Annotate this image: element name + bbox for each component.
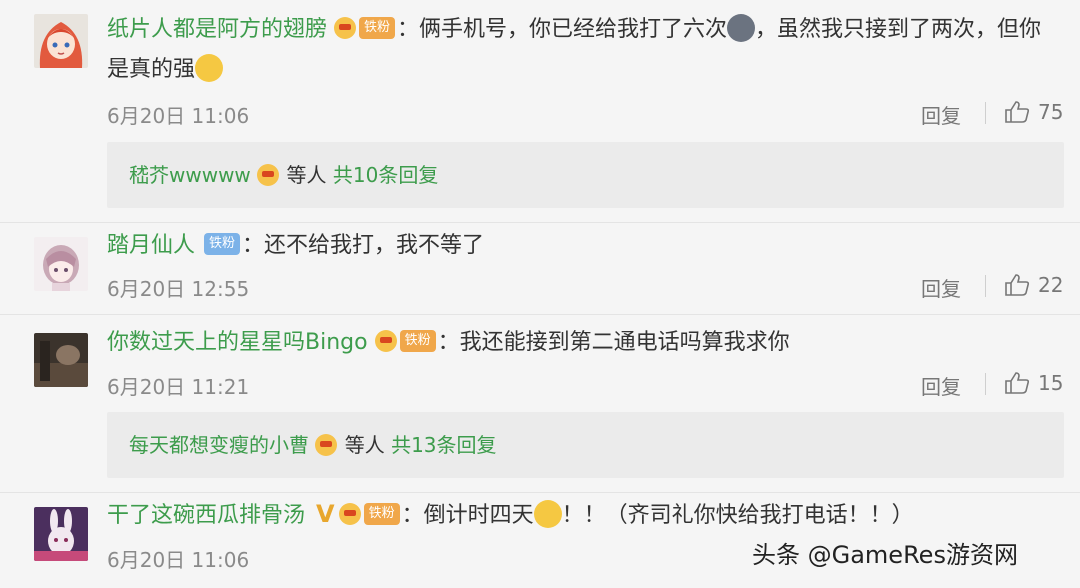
thumbs-up-icon[interactable] — [1004, 371, 1030, 395]
fan-badge: 铁粉 — [204, 233, 241, 255]
thumbs-up-icon[interactable] — [1004, 273, 1030, 297]
username[interactable]: 纸片人都是阿方的翅膀 — [107, 17, 327, 42]
replies-etc: 等人 — [286, 163, 327, 187]
comment-timestamp: 6月20日 12:55 — [107, 277, 250, 301]
like-count: 75 — [1038, 100, 1064, 124]
comment-content: 干了这碗西瓜排骨汤 V 铁粉 ：倒计时四天 ！！（齐司礼你快给我打电话！！） — [107, 496, 914, 536]
replies-count-link[interactable]: 共10条回复 — [333, 163, 438, 187]
username[interactable]: 干了这碗西瓜排骨汤 — [107, 503, 305, 528]
user-avatar[interactable] — [34, 333, 88, 387]
reply-button[interactable]: 回复 — [921, 100, 961, 129]
comment-content: 纸片人都是阿方的翅膀 铁粉 ：俩手机号，你已经给我打了六次 ，虽然我只接到了两次，但… — [107, 10, 1041, 50]
comment-divider — [0, 222, 1080, 223]
cat-emoji-icon — [727, 14, 756, 42]
comment-text: 是真的强 — [107, 57, 196, 82]
comment-text: ，虽然我只接到了两次，但你 — [755, 17, 1042, 42]
comment-content-cont: 是真的强 — [107, 50, 224, 90]
comment-divider — [0, 492, 1080, 493]
comment-text: ：我还能接到第二通电话吗算我求你 — [437, 330, 790, 355]
replies-summary[interactable]: 嵇芥wwwww 等人 共10条回复 — [107, 142, 1064, 208]
divider — [985, 102, 986, 124]
fan-badge: 铁粉 — [399, 330, 436, 352]
divider — [985, 373, 986, 395]
reply-username[interactable]: 每天都想变瘦的小曹 — [129, 433, 309, 457]
verified-badge: V — [316, 500, 335, 528]
fan-icon — [334, 17, 357, 39]
fan-badge: 铁粉 — [363, 503, 400, 525]
comment-text: ！！（齐司礼你快给我打电话！！） — [561, 503, 914, 528]
fan-icon — [315, 433, 338, 456]
comment-divider — [0, 314, 1080, 315]
replies-etc: 等人 — [344, 433, 385, 457]
replies-count-link[interactable]: 共13条回复 — [391, 433, 496, 457]
comment-text: ：还不给我打，我不等了 — [242, 233, 485, 258]
comment-timestamp: 6月20日 11:06 — [107, 548, 250, 572]
user-avatar[interactable] — [34, 237, 88, 291]
replies-summary[interactable]: 每天都想变瘦的小曹 等人 共13条回复 — [107, 412, 1064, 478]
username[interactable]: 你数过天上的星星吗Bingo — [107, 330, 368, 355]
divider — [985, 275, 986, 297]
username[interactable]: 踏月仙人 — [107, 233, 195, 258]
reply-button[interactable]: 回复 — [921, 273, 961, 302]
thumbs-up-icon[interactable] — [1004, 100, 1030, 124]
reply-username[interactable]: 嵇芥wwwww — [129, 163, 251, 187]
fan-icon — [374, 330, 397, 352]
comment-content: 踏月仙人 铁粉 ：还不给我打，我不等了 — [107, 226, 484, 266]
user-avatar[interactable] — [34, 14, 88, 68]
comment-text: ：倒计时四天 — [401, 503, 534, 528]
comment-timestamp: 6月20日 11:21 — [107, 375, 250, 399]
comment-text: ：俩手机号，你已经给我打了六次 — [397, 17, 728, 42]
fan-icon — [257, 163, 280, 186]
fan-icon — [338, 503, 361, 525]
user-avatar[interactable] — [34, 507, 88, 561]
watermark: 头条 @GameRes游资网 — [752, 541, 1018, 569]
fan-badge: 铁粉 — [359, 17, 396, 39]
reply-button[interactable]: 回复 — [921, 371, 961, 400]
comment-content: 你数过天上的星星吗Bingo 铁粉 ：我还能接到第二通电话吗算我求你 — [107, 323, 790, 363]
laughing-emoji-icon — [195, 54, 224, 82]
like-count: 15 — [1038, 371, 1064, 395]
like-count: 22 — [1038, 273, 1064, 297]
comment-timestamp: 6月20日 11:06 — [107, 104, 250, 128]
crying-emoji-icon — [533, 500, 562, 528]
